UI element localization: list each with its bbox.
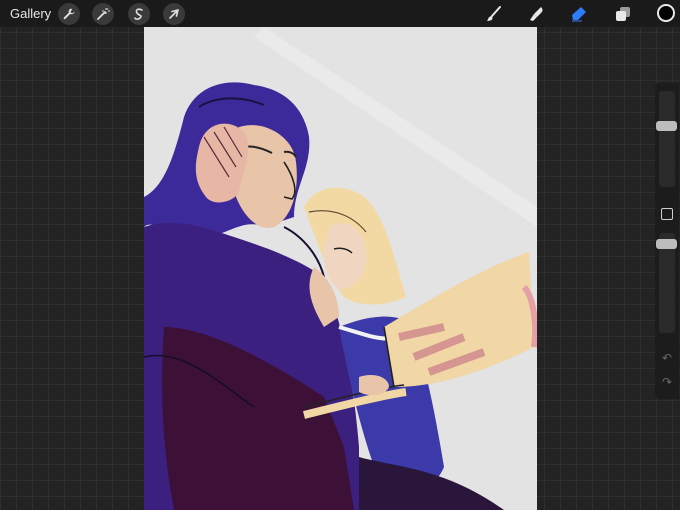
magic-wand-icon[interactable] bbox=[92, 3, 114, 25]
redo-arrow-icon[interactable]: ↷ bbox=[660, 375, 674, 389]
color-picker[interactable] bbox=[657, 4, 675, 22]
drawing-canvas[interactable] bbox=[144, 27, 537, 510]
undo-arrow-icon[interactable]: ↶ bbox=[660, 351, 674, 365]
layers-icon[interactable] bbox=[612, 3, 634, 25]
brush-icon[interactable] bbox=[483, 3, 505, 25]
brush-sidebar: ↶ ↷ bbox=[655, 83, 679, 399]
brush-size-thumb[interactable] bbox=[656, 121, 677, 131]
brush-size-slider[interactable] bbox=[659, 91, 675, 187]
eraser-icon[interactable] bbox=[568, 3, 590, 25]
artwork-illustration bbox=[144, 27, 537, 510]
opacity-thumb[interactable] bbox=[656, 239, 677, 249]
gallery-button[interactable]: Gallery bbox=[10, 6, 51, 21]
top-toolbar: Gallery bbox=[0, 0, 680, 27]
smudge-icon[interactable] bbox=[526, 3, 548, 25]
square-modifier-icon[interactable] bbox=[661, 208, 673, 220]
cursor-arrow-icon[interactable] bbox=[163, 3, 185, 25]
selection-s-icon[interactable] bbox=[128, 3, 150, 25]
wrench-icon[interactable] bbox=[58, 3, 80, 25]
